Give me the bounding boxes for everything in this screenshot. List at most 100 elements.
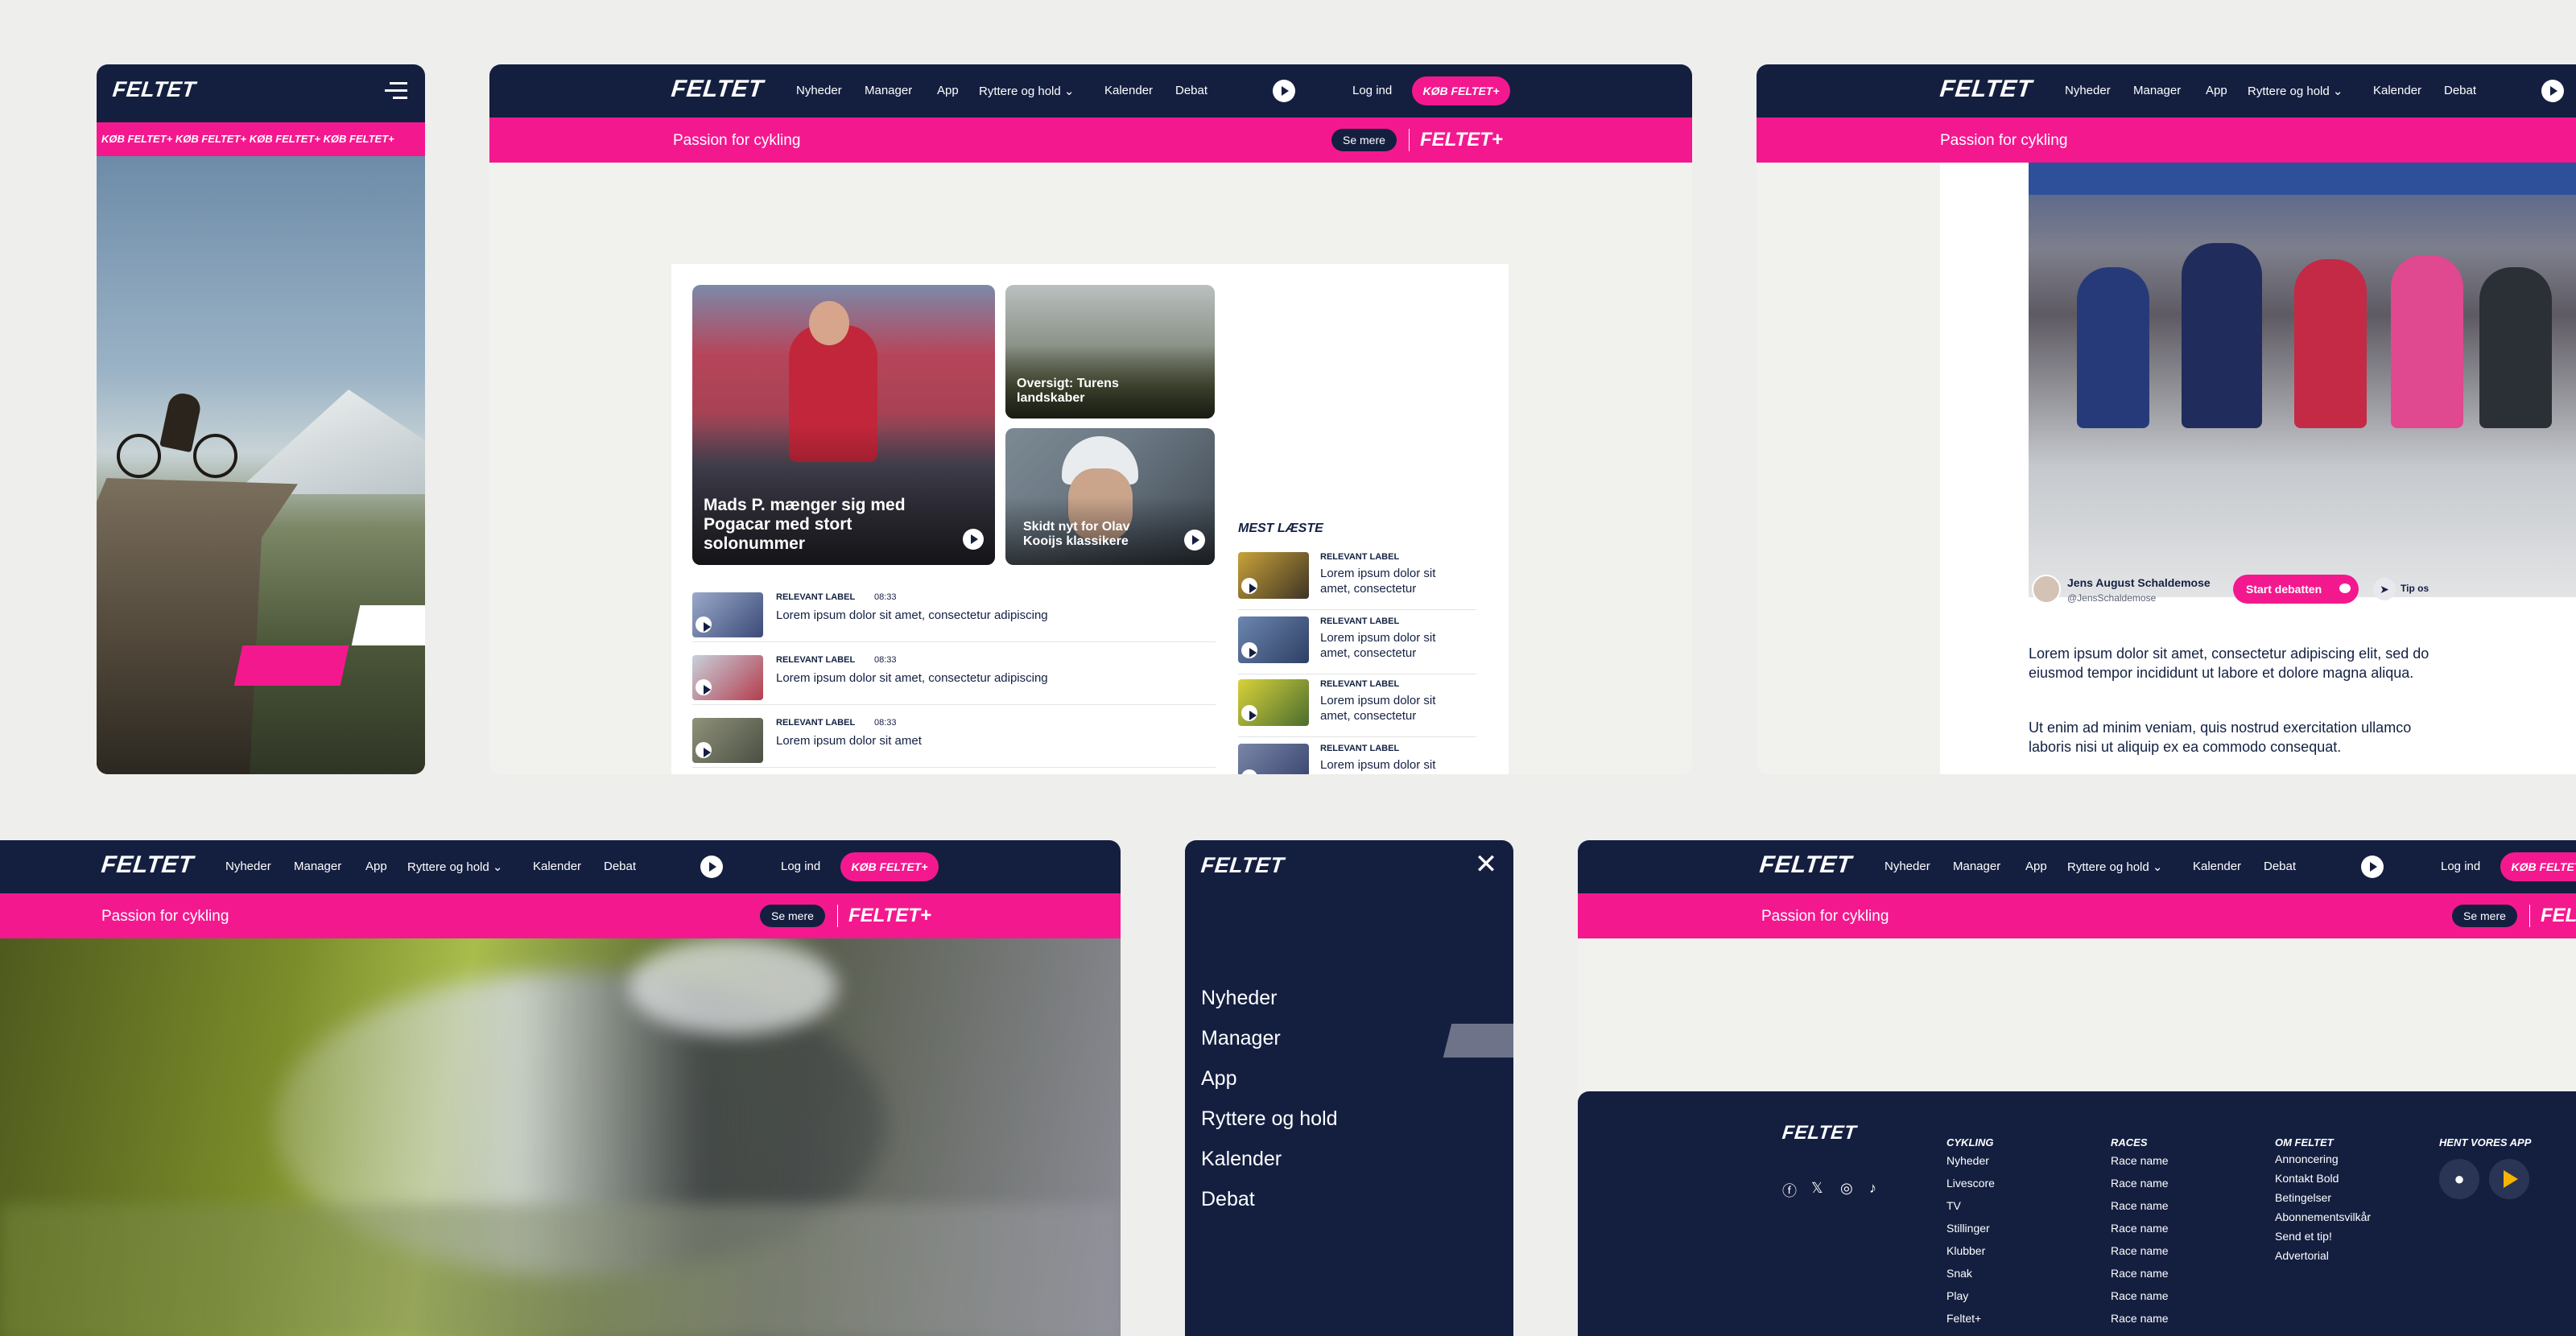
list-item[interactable]: RELEVANT LABEL 08:33 Lorem ipsum dolor s…: [692, 586, 1216, 642]
footer-link[interactable]: Betingelser: [2275, 1191, 2331, 1204]
logo[interactable]: FELTET: [100, 851, 195, 879]
footer-link[interactable]: Klubber: [1946, 1244, 1985, 1257]
instagram-icon[interactable]: ◎: [1840, 1180, 1853, 1197]
footer-link[interactable]: Nyheder: [1946, 1154, 1989, 1167]
nav-nyheder[interactable]: Nyheder: [2065, 84, 2111, 97]
footer-link[interactable]: Livescore: [1946, 1177, 1995, 1190]
start-debate-button[interactable]: Start debatten: [2233, 575, 2359, 604]
list-item[interactable]: RELEVANT LABEL 08:33 Lorem ipsum dolor s…: [692, 649, 1216, 705]
nav-app[interactable]: App: [2206, 84, 2227, 97]
play-icon[interactable]: [696, 616, 712, 633]
close-icon[interactable]: ✕: [1473, 851, 1499, 878]
play-icon[interactable]: [1184, 530, 1205, 550]
nav-nyheder[interactable]: Nyheder: [1885, 860, 1930, 873]
play-icon[interactable]: [696, 679, 712, 695]
most-read-item[interactable]: RELEVANT LABEL Lorem ipsum dolor sit ame…: [1238, 612, 1476, 674]
footer-link[interactable]: Stillinger: [1946, 1222, 1990, 1235]
nav-ryttere[interactable]: Ryttere og hold ⌄: [407, 860, 502, 874]
play-icon[interactable]: [696, 742, 712, 758]
buy-ticker[interactable]: KØB FELTET+ KØB FELTET+ KØB FELTET+ KØB …: [97, 122, 425, 156]
login-link[interactable]: Log ind: [781, 860, 820, 873]
nav-kalender[interactable]: Kalender: [2193, 860, 2241, 873]
hamburger-icon[interactable]: [385, 82, 407, 100]
footer-link[interactable]: Play: [1946, 1289, 1968, 1302]
footer-link[interactable]: Kontakt Bold: [2275, 1172, 2339, 1185]
play-icon[interactable]: [2361, 856, 2384, 878]
nav-ryttere[interactable]: Ryttere og hold ⌄: [2067, 860, 2162, 874]
logo[interactable]: FELTET: [1199, 853, 1285, 878]
play-icon[interactable]: [1241, 769, 1257, 774]
list-item[interactable]: RELEVANT LABEL 08:33 Lorem ipsum dolor s…: [692, 711, 1216, 768]
play-icon[interactable]: [1241, 578, 1257, 594]
footer-link[interactable]: Snak: [1946, 1267, 1972, 1280]
footer-link[interactable]: Send et tip!: [2275, 1230, 2332, 1243]
footer-link[interactable]: Race name: [2111, 1222, 2169, 1235]
footer-link[interactable]: Race name: [2111, 1154, 2169, 1167]
article-card-landscape[interactable]: Oversigt: Turens landskaber: [1005, 285, 1215, 419]
login-link[interactable]: Log ind: [1352, 84, 1392, 97]
feltet-plus-logo[interactable]: FELTET+: [2541, 905, 2576, 927]
nav-nyheder[interactable]: Nyheder: [796, 84, 842, 97]
play-icon[interactable]: [2541, 80, 2564, 102]
footer-link[interactable]: Annoncering: [2275, 1153, 2339, 1165]
menu-item-debat[interactable]: Debat: [1201, 1188, 1255, 1211]
feltet-plus-logo[interactable]: FELTET+: [848, 905, 931, 927]
footer-link[interactable]: Advertorial: [2275, 1249, 2329, 1262]
buy-button[interactable]: KØB FELTET+: [1412, 76, 1510, 105]
nav-kalender[interactable]: Kalender: [533, 860, 581, 873]
buy-button[interactable]: KØB FELTET+: [840, 852, 939, 881]
play-icon[interactable]: [1241, 642, 1257, 658]
footer-link[interactable]: Feltet+: [1946, 1312, 1981, 1325]
footer-link[interactable]: Race name: [2111, 1289, 2169, 1302]
logo[interactable]: FELTET: [1758, 851, 1853, 879]
nav-manager[interactable]: Manager: [294, 860, 341, 873]
menu-item-manager[interactable]: Manager: [1201, 1027, 1281, 1050]
most-read-item[interactable]: RELEVANT LABEL Lorem ipsum dolor sit ame…: [1238, 547, 1476, 610]
nav-manager[interactable]: Manager: [865, 84, 912, 97]
play-icon[interactable]: [700, 856, 723, 878]
menu-item-app[interactable]: App: [1201, 1067, 1236, 1091]
footer-link[interactable]: Race name: [2111, 1177, 2169, 1190]
nav-manager[interactable]: Manager: [1953, 860, 2000, 873]
play-icon[interactable]: [963, 529, 984, 550]
logo[interactable]: FELTET: [1938, 76, 2033, 103]
author-name[interactable]: Jens August Schaldemose: [2067, 576, 2211, 589]
logo[interactable]: FELTET: [670, 76, 765, 103]
nav-ryttere[interactable]: Ryttere og hold ⌄: [979, 84, 1074, 98]
nav-kalender[interactable]: Kalender: [2373, 84, 2421, 97]
see-more-button[interactable]: Se mere: [1331, 129, 1397, 151]
hero-article-card[interactable]: Mads P. mænger sig med Pogacar med stort…: [692, 285, 995, 565]
footer-link[interactable]: TV: [1946, 1199, 1961, 1212]
play-icon[interactable]: [1273, 80, 1295, 102]
nav-kalender[interactable]: Kalender: [1104, 84, 1153, 97]
nav-debat[interactable]: Debat: [1175, 84, 1208, 97]
apple-store-icon[interactable]: ●: [2439, 1159, 2479, 1199]
footer-link[interactable]: Race name: [2111, 1244, 2169, 1257]
logo[interactable]: FELTET: [111, 77, 196, 102]
nav-app[interactable]: App: [2025, 860, 2047, 873]
nav-debat[interactable]: Debat: [2444, 84, 2476, 97]
nav-app[interactable]: App: [937, 84, 959, 97]
footer-link[interactable]: Abonnementsvilkår: [2275, 1210, 2371, 1223]
article-card-rider[interactable]: Skidt nyt for Olav Kooijs klassikere: [1005, 428, 1215, 565]
most-read-item[interactable]: RELEVANT LABEL Lorem ipsum dolor sit ame…: [1238, 674, 1476, 737]
nav-debat[interactable]: Debat: [2264, 860, 2296, 873]
nav-app[interactable]: App: [365, 860, 387, 873]
footer-logo[interactable]: FELTET: [1781, 1122, 1858, 1144]
nav-manager[interactable]: Manager: [2133, 84, 2181, 97]
footer-link[interactable]: Race name: [2111, 1199, 2169, 1212]
most-read-item[interactable]: RELEVANT LABEL Lorem ipsum dolor sit: [1238, 739, 1476, 774]
footer-link[interactable]: Race name: [2111, 1267, 2169, 1280]
menu-item-ryttere[interactable]: Ryttere og hold: [1201, 1107, 1338, 1131]
nav-ryttere[interactable]: Ryttere og hold ⌄: [2248, 84, 2343, 98]
google-play-icon[interactable]: [2489, 1159, 2529, 1199]
menu-item-kalender[interactable]: Kalender: [1201, 1148, 1282, 1171]
footer-link[interactable]: Race name: [2111, 1312, 2169, 1325]
play-icon[interactable]: [1241, 705, 1257, 721]
buy-button[interactable]: KØB FELTET+: [2500, 852, 2576, 881]
tiktok-icon[interactable]: ♪: [1869, 1180, 1876, 1197]
nav-nyheder[interactable]: Nyheder: [225, 860, 271, 873]
menu-item-nyheder[interactable]: Nyheder: [1201, 987, 1278, 1010]
see-more-button[interactable]: Se mere: [760, 905, 825, 927]
nav-debat[interactable]: Debat: [604, 860, 636, 873]
